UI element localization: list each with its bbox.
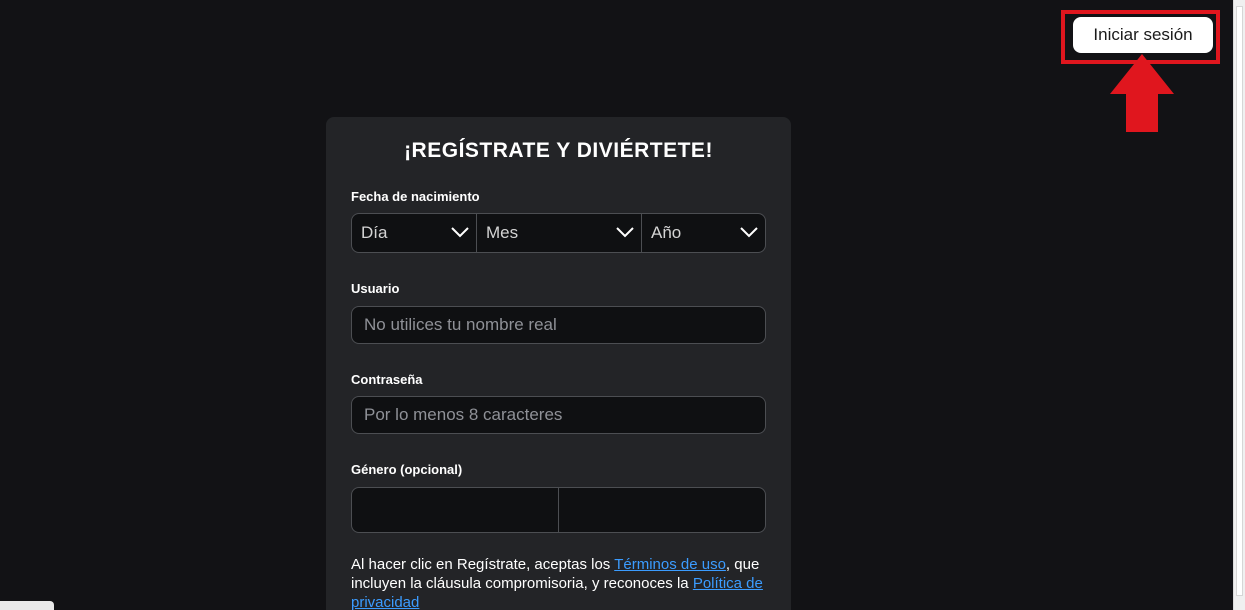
gender-label: Género (opcional)	[351, 462, 463, 477]
scrollbar[interactable]	[1233, 0, 1245, 610]
chevron-down-icon	[740, 227, 758, 238]
birthdate-selects: Día Mes Año	[351, 213, 766, 253]
terms-of-use-link[interactable]: Términos de uso	[614, 556, 726, 573]
signup-card: ¡REGÍSTRATE Y DIVIÉRTETE! Fecha de nacim…	[326, 117, 791, 610]
gender-option-male[interactable]	[558, 488, 765, 532]
username-placeholder: No utilices tu nombre real	[364, 315, 557, 334]
month-select-value: Mes	[486, 223, 519, 242]
password-placeholder: Por lo menos 8 caracteres	[364, 405, 563, 424]
year-select-value: Año	[651, 223, 682, 242]
chevron-down-icon	[616, 227, 634, 238]
page: Iniciar sesión ¡REGÍSTRATE Y DIVIÉRTETE!…	[0, 0, 1245, 610]
password-input[interactable]: Por lo menos 8 caracteres	[351, 396, 766, 434]
username-label: Usuario	[351, 281, 400, 296]
year-select[interactable]: Año	[641, 214, 765, 252]
month-select[interactable]: Mes	[476, 214, 641, 252]
terms-prefix: Al hacer clic en Regístrate, aceptas los	[351, 556, 615, 573]
red-up-arrow-icon	[1110, 54, 1174, 132]
signup-title: ¡REGÍSTRATE Y DIVIÉRTETE!	[404, 139, 713, 162]
day-select-value: Día	[361, 223, 388, 242]
corner-tab	[0, 601, 54, 610]
username-input[interactable]: No utilices tu nombre real	[351, 306, 766, 344]
birthdate-label: Fecha de nacimiento	[351, 189, 480, 204]
gender-option-female[interactable]	[352, 488, 558, 532]
gender-selector	[351, 487, 766, 533]
password-label: Contraseña	[351, 372, 423, 387]
day-select[interactable]: Día	[352, 214, 476, 252]
chevron-down-icon	[451, 227, 469, 238]
terms-text: Al hacer clic en Regístrate, aceptas los…	[351, 555, 771, 610]
scrollbar-thumb[interactable]	[1236, 6, 1243, 596]
login-button[interactable]: Iniciar sesión	[1073, 17, 1213, 53]
